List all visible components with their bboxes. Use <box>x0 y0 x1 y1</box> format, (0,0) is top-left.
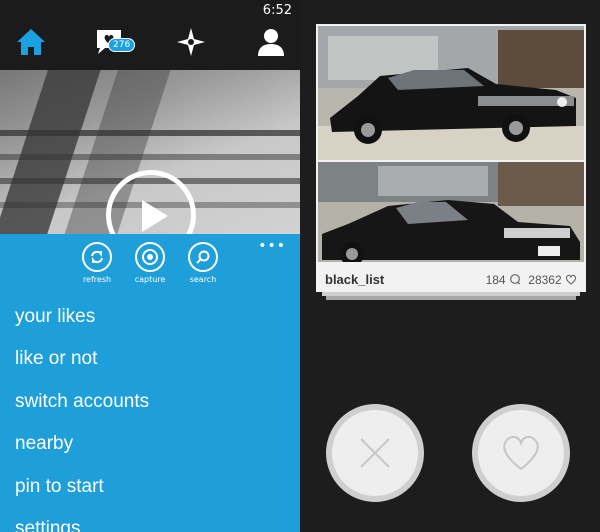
menu-item-your-likes[interactable]: your likes <box>15 306 95 328</box>
capture-icon <box>135 242 165 272</box>
menu-item-pin-to-start[interactable]: pin to start <box>15 476 104 498</box>
comment-icon <box>510 274 521 285</box>
app-menu-panel: ••• refresh capture search your likes li… <box>0 234 300 532</box>
menu-item-settings[interactable]: settings <box>15 518 80 532</box>
right-phone-screen: black_list 184 28362 <box>304 0 600 532</box>
dislike-button[interactable] <box>326 404 424 502</box>
capture-button[interactable]: capture <box>120 242 180 284</box>
video-player[interactable] <box>0 70 300 234</box>
more-options-icon[interactable]: ••• <box>258 238 286 254</box>
menu-item-nearby[interactable]: nearby <box>15 433 73 455</box>
post-counts: 184 28362 <box>486 273 577 287</box>
menu-item-switch-accounts[interactable]: switch accounts <box>15 391 149 413</box>
profile-icon[interactable] <box>254 26 288 58</box>
like-button[interactable] <box>472 404 570 502</box>
menu-item-like-or-not[interactable]: like or not <box>15 348 97 370</box>
home-icon[interactable] <box>14 26 48 58</box>
video-frame-line <box>0 154 300 160</box>
card-stack-edge <box>326 296 576 300</box>
post-username[interactable]: black_list <box>325 272 384 287</box>
notification-badge: 276 <box>108 38 136 52</box>
play-icon <box>142 200 168 232</box>
search-button[interactable]: search <box>173 242 233 284</box>
explore-star-icon[interactable] <box>174 26 208 58</box>
likes-count: 28362 <box>528 273 562 287</box>
left-phone-screen: 6:52 276 ••• refresh capture search your… <box>0 0 300 532</box>
heart-icon <box>565 274 577 285</box>
close-icon <box>360 438 390 468</box>
heart-outline-icon <box>503 435 539 471</box>
video-frame-line <box>0 130 300 136</box>
refresh-label: refresh <box>82 275 112 284</box>
post-photo-bottom <box>318 162 584 262</box>
search-icon <box>188 242 218 272</box>
search-label: search <box>189 275 217 284</box>
screenshot: 6:52 276 ••• refresh capture search your… <box>0 0 600 532</box>
capture-label: capture <box>134 275 166 284</box>
top-navigation-bar: 276 <box>0 14 300 70</box>
comments-count: 184 <box>485 273 506 287</box>
post-card[interactable]: black_list 184 28362 <box>316 24 586 292</box>
refresh-button[interactable]: refresh <box>67 242 127 284</box>
refresh-icon <box>82 242 112 272</box>
post-photo-top <box>318 26 584 160</box>
